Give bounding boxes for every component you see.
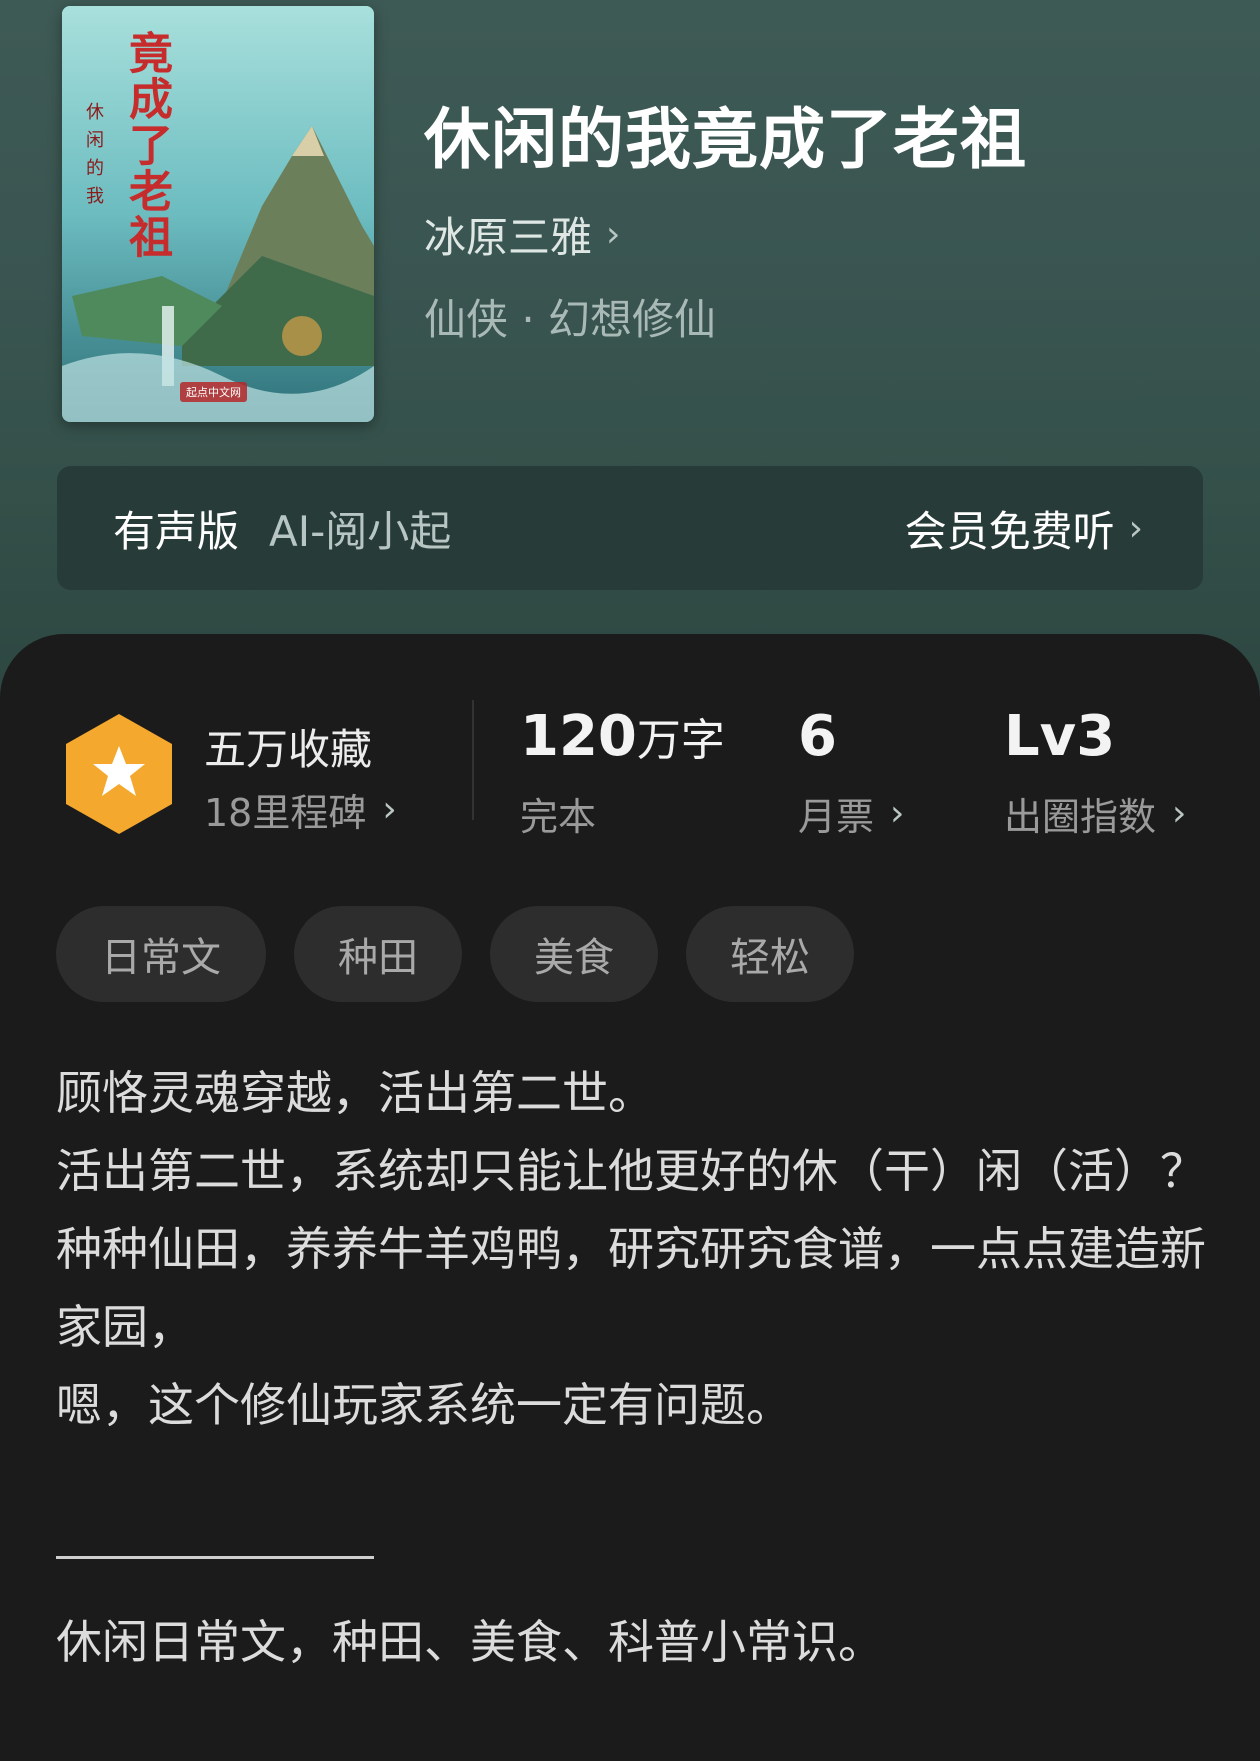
description-line: 嗯，这个修仙玩家系统一定有问题。 <box>56 1378 792 1432</box>
chevron-right-icon: › <box>382 789 397 830</box>
cover-subtitle: 休闲的我 <box>83 102 104 214</box>
separator-line <box>56 1556 374 1559</box>
chevron-right-icon: › <box>1128 507 1143 549</box>
member-listen-label: 会员免费听 <box>904 506 1115 556</box>
milestone-link[interactable]: 18里程碑 › <box>204 782 397 837</box>
completion-status: 完本 <box>520 795 597 839</box>
stats-divider <box>472 700 474 820</box>
book-cover[interactable]: 竟成了老祖 休闲的我 起点中文网 <box>62 6 374 422</box>
level-index-link[interactable]: 出圈指数 › <box>1004 786 1186 841</box>
book-header: 竟成了老祖 休闲的我 起点中文网 休闲的我竟成了老祖 冰原三雅 › 仙侠 · 幻… <box>0 0 1260 700</box>
word-count-unit: 万字 <box>636 715 725 766</box>
book-title: 休闲的我竟成了老祖 <box>424 100 1027 178</box>
description-line: 种种仙田，养养牛羊鸡鸭，研究研究食谱，一点点建造新家园， <box>56 1222 1206 1354</box>
member-listen-button[interactable]: 会员免费听 › <box>905 498 1143 559</box>
genre-text: 仙侠 · 幻想修仙 <box>424 295 717 344</box>
cover-title: 竟成了老祖 <box>121 30 172 260</box>
word-count-number: 120 <box>520 704 637 769</box>
tag-item[interactable]: 美食 <box>490 906 658 1002</box>
book-description: 顾恪灵魂穿越，活出第二世。 活出第二世，系统却只能让他更好的休（干）闲（活）？ … <box>56 1054 1206 1444</box>
word-count: 120万字 <box>520 704 725 769</box>
audio-label: 有声版 <box>113 506 240 556</box>
milestone-label: 18里程碑 <box>204 791 367 835</box>
cover-art <box>62 6 374 422</box>
monthly-votes-count: 6 <box>798 704 837 769</box>
author-name: 冰原三雅 <box>424 213 593 262</box>
chevron-right-icon: › <box>606 214 621 255</box>
tag-item[interactable]: 轻松 <box>686 906 854 1002</box>
collection-title: 五万收藏 <box>204 725 373 774</box>
tag-item[interactable]: 日常文 <box>56 906 266 1002</box>
tag-item[interactable]: 种田 <box>294 906 462 1002</box>
audio-version-bar[interactable]: 有声版 AI-阅小起 会员免费听 › <box>57 466 1203 590</box>
monthly-votes-label: 月票 <box>798 795 875 839</box>
description-line: 活出第二世，系统却只能让他更好的休（干）闲（活）？ <box>56 1144 1206 1198</box>
author-link[interactable]: 冰原三雅 › <box>424 204 620 265</box>
footer-note: 休闲日常文，种田、美食、科普小常识。 <box>56 1615 884 1669</box>
publisher-logo: 起点中文网 <box>180 382 247 402</box>
chevron-right-icon: › <box>890 793 905 834</box>
audio-narrator: AI-阅小起 <box>269 506 452 556</box>
description-line: 顾恪灵魂穿越，活出第二世。 <box>56 1066 654 1120</box>
level-value: Lv3 <box>1004 704 1116 769</box>
tag-list: 日常文 种田 美食 轻松 <box>56 906 854 1002</box>
chevron-right-icon: › <box>1172 793 1187 834</box>
star-badge-icon <box>66 714 172 834</box>
monthly-votes-link[interactable]: 月票 › <box>798 786 904 841</box>
level-index-label: 出圈指数 <box>1004 795 1157 839</box>
